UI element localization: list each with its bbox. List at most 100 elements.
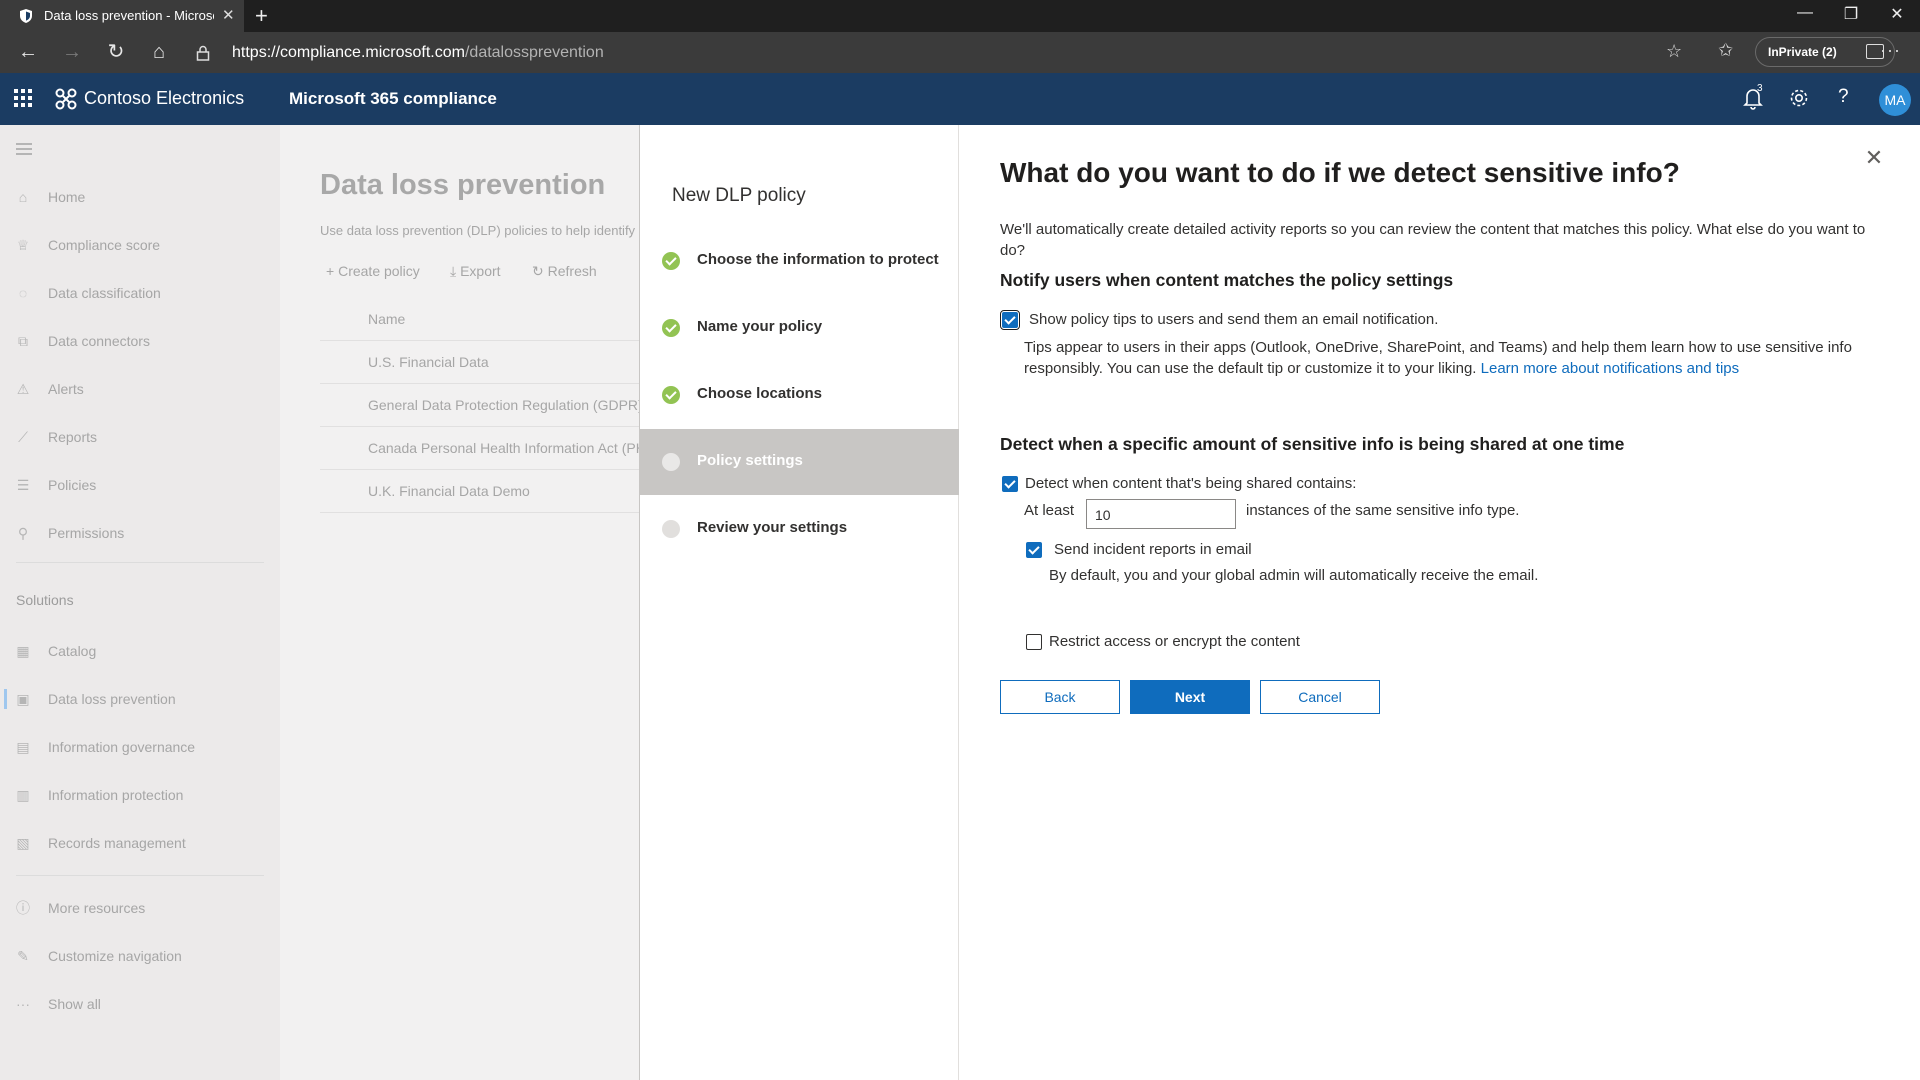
show-policy-tips-checkbox[interactable] (1000, 310, 1020, 330)
org-logo-icon (55, 88, 77, 110)
column-header-name[interactable]: Name (368, 311, 405, 327)
favorites-list-icon[interactable]: ✩ (1718, 40, 1733, 61)
ellipsis-icon: ··· (16, 996, 30, 1012)
org-name[interactable]: Contoso Electronics (84, 88, 244, 109)
cancel-button[interactable]: Cancel (1260, 680, 1380, 714)
minimize-button[interactable]: — (1782, 4, 1828, 22)
key-icon: ⚲ (17, 525, 29, 541)
forward-arrow-icon[interactable]: → (58, 41, 86, 63)
nav-item-data-classification[interactable]: ◌ Data classification (0, 273, 280, 313)
address-bar[interactable]: https://compliance.microsoft.com/datalos… (196, 39, 1686, 67)
nav-item-home[interactable]: ⌂ Home (0, 177, 280, 217)
nav-item-reports[interactable]: ⟋ Reports (0, 417, 280, 457)
table-row[interactable]: Canada Personal Health Information Act (… (320, 427, 640, 470)
instances-count-input[interactable]: 10 (1086, 499, 1236, 529)
nav-item-policies[interactable]: ☰ Policies (0, 465, 280, 505)
url-host: https://compliance.microsoft.com (232, 44, 465, 61)
app-launcher-icon[interactable] (14, 89, 34, 109)
policy-name-cell: Canada Personal Health Information Act (… (368, 440, 640, 456)
create-policy-button[interactable]: + Create policy (326, 263, 420, 279)
shield-favicon-icon (20, 9, 32, 23)
browser-tab[interactable]: Data loss prevention - Microsoft ✕ (0, 0, 244, 32)
next-button[interactable]: Next (1130, 680, 1250, 714)
detect-content-label[interactable]: Detect when content that's being shared … (1025, 475, 1356, 492)
nav-item-information-protection[interactable]: ▥ Information protection (0, 775, 280, 815)
user-avatar[interactable]: MA (1879, 84, 1911, 116)
home-icon: ⌂ (18, 189, 28, 205)
show-policy-tips-label[interactable]: Show policy tips to users and send them … (1029, 311, 1438, 328)
nav-item-permissions[interactable]: ⚲ Permissions (0, 513, 280, 553)
export-button[interactable]: ⤓ Export (450, 263, 501, 280)
lock-doc-icon: ▥ (16, 787, 30, 803)
wizard-step-label: Name your policy (697, 318, 823, 335)
refresh-icon: ↻ (532, 263, 548, 279)
at-least-label: At least (1024, 502, 1075, 519)
nav-item-label: Permissions (48, 525, 125, 541)
nav-item-label: Catalog (48, 643, 97, 659)
detect-amount-heading: Detect when a specific amount of sensiti… (1000, 434, 1625, 454)
page-description: Use data loss prevention (DLP) policies … (320, 223, 636, 238)
favorite-star-icon[interactable]: ☆ (1666, 41, 1682, 62)
inprivate-badge[interactable]: InPrivate (2) (1755, 37, 1895, 67)
table-row[interactable]: U.K. Financial Data Demo (320, 470, 640, 513)
nav-item-data-connectors[interactable]: ⧉ Data connectors (0, 321, 280, 361)
help-icon[interactable]: ? (1838, 86, 1849, 108)
wizard-step-label: Choose the information to protect (697, 251, 939, 268)
classification-icon: ◌ (18, 285, 28, 301)
restrict-access-checkbox[interactable] (1026, 634, 1042, 650)
wizard-step-label: Choose locations (697, 385, 823, 402)
table-row[interactable]: U.S. Financial Data (320, 341, 640, 384)
nav-item-label: Home (48, 189, 86, 205)
incident-reports-label[interactable]: Send incident reports in email (1054, 541, 1252, 558)
wizard-step-label: Review your settings (697, 519, 848, 536)
detect-content-checkbox[interactable] (1002, 476, 1018, 492)
refresh-icon[interactable]: ↻ (102, 41, 130, 63)
nav-item-alerts[interactable]: ⚠ Alerts (0, 369, 280, 409)
nav-item-catalog[interactable]: ▦ Catalog (0, 631, 280, 671)
wizard-step-policy-settings[interactable]: Policy settings (640, 429, 959, 495)
table-row[interactable]: General Data Protection Regulation (GDPR… (320, 384, 640, 427)
home-icon[interactable]: ⌂ (145, 41, 173, 63)
wizard-step-choose-locations[interactable]: Choose locations (640, 362, 959, 428)
left-navigation: ⌂ Home ♕ Compliance score ◌ Data classificati… (0, 125, 280, 1080)
restrict-access-label[interactable]: Restrict access or encrypt the content (1049, 633, 1300, 650)
back-arrow-icon[interactable]: ← (14, 41, 42, 63)
new-tab-button[interactable]: + (255, 3, 268, 29)
intro-text: We'll automatically create detailed acti… (1000, 221, 1866, 259)
nav-item-records-management[interactable]: ▧ Records management (0, 823, 280, 863)
nav-item-customize-navigation[interactable]: ✎ Customize navigation (0, 936, 280, 976)
nav-divider (16, 875, 264, 876)
refresh-button[interactable]: ↻ Refresh (532, 263, 597, 280)
learn-more-link[interactable]: Learn more about notifications and tips (1481, 360, 1740, 377)
more-options-icon[interactable]: ··· (1880, 40, 1901, 61)
incident-reports-checkbox[interactable] (1026, 542, 1042, 558)
close-window-button[interactable]: ✕ (1874, 4, 1920, 24)
nav-item-compliance-score[interactable]: ♕ Compliance score (0, 225, 280, 265)
restore-button[interactable]: ❐ (1828, 4, 1874, 24)
connector-icon: ⧉ (18, 333, 28, 349)
wizard-step-name-your-policy[interactable]: Name your policy (640, 295, 959, 361)
wizard-step-review-your-settings[interactable]: Review your settings (640, 496, 959, 562)
empty-circle-icon (662, 453, 680, 471)
wizard-content: ✕ What do you want to do if we detect se… (960, 125, 1920, 1080)
tab-title: Data loss prevention - Microsoft (44, 8, 214, 23)
download-icon: ⤓ (450, 263, 461, 279)
suite-header: Contoso Electronics Microsoft 365 compli… (0, 73, 1920, 125)
nav-item-more-resources[interactable]: ⓘ More resources (0, 888, 280, 928)
wizard-step-choose-the-information-to-protect[interactable]: Choose the information to protect (640, 228, 959, 294)
nav-item-label: Data connectors (48, 333, 150, 349)
nav-item-information-governance[interactable]: ▤ Information governance (0, 727, 280, 767)
nav-item-label: Reports (48, 429, 98, 445)
nav-item-data-loss-prevention[interactable]: ▣ Data loss prevention (0, 679, 280, 719)
notification-count-badge: 3 (1757, 83, 1763, 94)
tips-description: Tips appear to users in their apps (Outl… (1024, 339, 1852, 377)
settings-gear-icon[interactable] (1788, 87, 1810, 109)
grid-icon: ▦ (16, 643, 30, 659)
inprivate-label: InPrivate (2) (1768, 45, 1837, 59)
collapse-nav-icon[interactable] (16, 143, 32, 155)
app-name[interactable]: Microsoft 365 compliance (289, 89, 497, 109)
close-icon[interactable]: ✕ (1862, 147, 1886, 171)
nav-item-show-all[interactable]: ··· Show all (0, 984, 280, 1024)
close-tab-icon[interactable]: ✕ (222, 6, 235, 24)
back-button[interactable]: Back (1000, 680, 1120, 714)
